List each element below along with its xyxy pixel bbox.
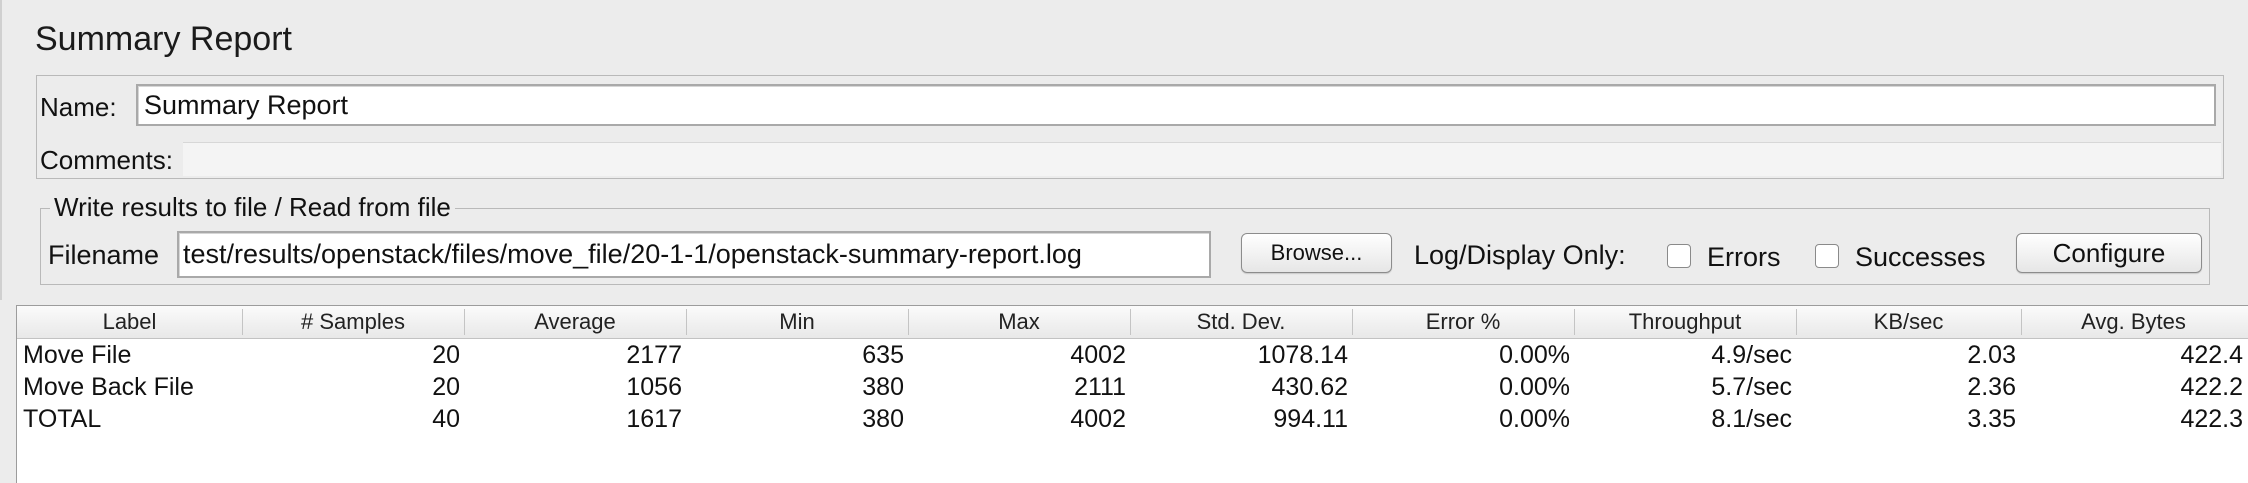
cell-samples: 20 [432,341,460,369]
cell-samples: 20 [432,373,460,401]
cell-error-pct: 0.00% [1499,405,1570,433]
cell-avg-bytes: 422.3 [2180,405,2243,433]
cell-average: 1056 [626,373,682,401]
successes-checkbox-label[interactable]: Successes [1855,242,1986,273]
errors-checkbox[interactable] [1667,244,1691,268]
cell-min: 635 [862,341,904,369]
cell-average: 2177 [626,341,682,369]
cell-std-dev: 1078.14 [1257,341,1348,369]
cell-label: Move Back File [23,373,194,401]
filename-label: Filename [48,240,160,270]
comments-label: Comments: [40,145,173,175]
cell-std-dev: 994.11 [1273,405,1348,433]
table-row[interactable]: Move Back File 20 1056 380 2111 430.62 0… [17,371,2248,403]
column-header-throughput[interactable]: Throughput [1574,306,1796,338]
cell-kb-sec: 2.36 [1967,373,2016,401]
cell-std-dev: 430.62 [1271,373,1348,401]
summary-report-panel: Summary Report Name: Summary Report Comm… [0,0,2248,483]
cell-max: 2111 [1074,373,1126,401]
column-header-max[interactable]: Max [908,306,1130,338]
cell-min: 380 [862,373,904,401]
column-header-avg-bytes[interactable]: Avg. Bytes [2021,306,2246,338]
table-row[interactable]: TOTAL 40 1617 380 4002 994.11 0.00% 8.1/… [17,403,2248,435]
cell-average: 1617 [626,405,682,433]
cell-avg-bytes: 422.2 [2180,373,2243,401]
file-options-legend: Write results to file / Read from file [50,192,455,223]
cell-max: 4002 [1070,341,1126,369]
cell-throughput: 8.1/sec [1711,405,1792,433]
column-header-kb-sec[interactable]: KB/sec [1796,306,2021,338]
table-row[interactable]: Move File 20 2177 635 4002 1078.14 0.00%… [17,339,2248,371]
page-title: Summary Report [35,20,292,58]
name-input[interactable]: Summary Report [136,84,2216,126]
configure-button[interactable]: Configure [2016,233,2202,273]
successes-checkbox[interactable] [1815,244,1839,268]
cell-label: Move File [23,341,132,369]
cell-label: TOTAL [23,405,102,433]
comments-input[interactable] [183,142,2221,176]
log-display-only-label: Log/Display Only: [1414,240,1626,270]
column-header-min[interactable]: Min [686,306,908,338]
cell-throughput: 5.7/sec [1711,373,1792,401]
cell-samples: 40 [432,405,460,433]
cell-kb-sec: 3.35 [1967,405,2016,433]
cell-avg-bytes: 422.4 [2180,341,2243,369]
column-header-average[interactable]: Average [464,306,686,338]
cell-kb-sec: 2.03 [1967,341,2016,369]
panel-border [0,0,2,300]
cell-error-pct: 0.00% [1499,373,1570,401]
column-header-std-dev[interactable]: Std. Dev. [1130,306,1352,338]
cell-max: 4002 [1070,405,1126,433]
browse-button[interactable]: Browse... [1241,233,1392,273]
cell-error-pct: 0.00% [1499,341,1570,369]
filename-input[interactable]: test/results/openstack/files/move_file/2… [177,231,1211,278]
column-header-label[interactable]: Label [17,306,242,338]
column-header-samples[interactable]: # Samples [242,306,464,338]
errors-checkbox-label[interactable]: Errors [1707,242,1781,273]
table-header: Label # Samples Average Min Max Std. Dev… [17,306,2248,339]
name-label: Name: [40,92,117,122]
column-header-error-pct[interactable]: Error % [1352,306,1574,338]
cell-min: 380 [862,405,904,433]
cell-throughput: 4.9/sec [1711,341,1792,369]
summary-table: Label # Samples Average Min Max Std. Dev… [16,305,2248,483]
